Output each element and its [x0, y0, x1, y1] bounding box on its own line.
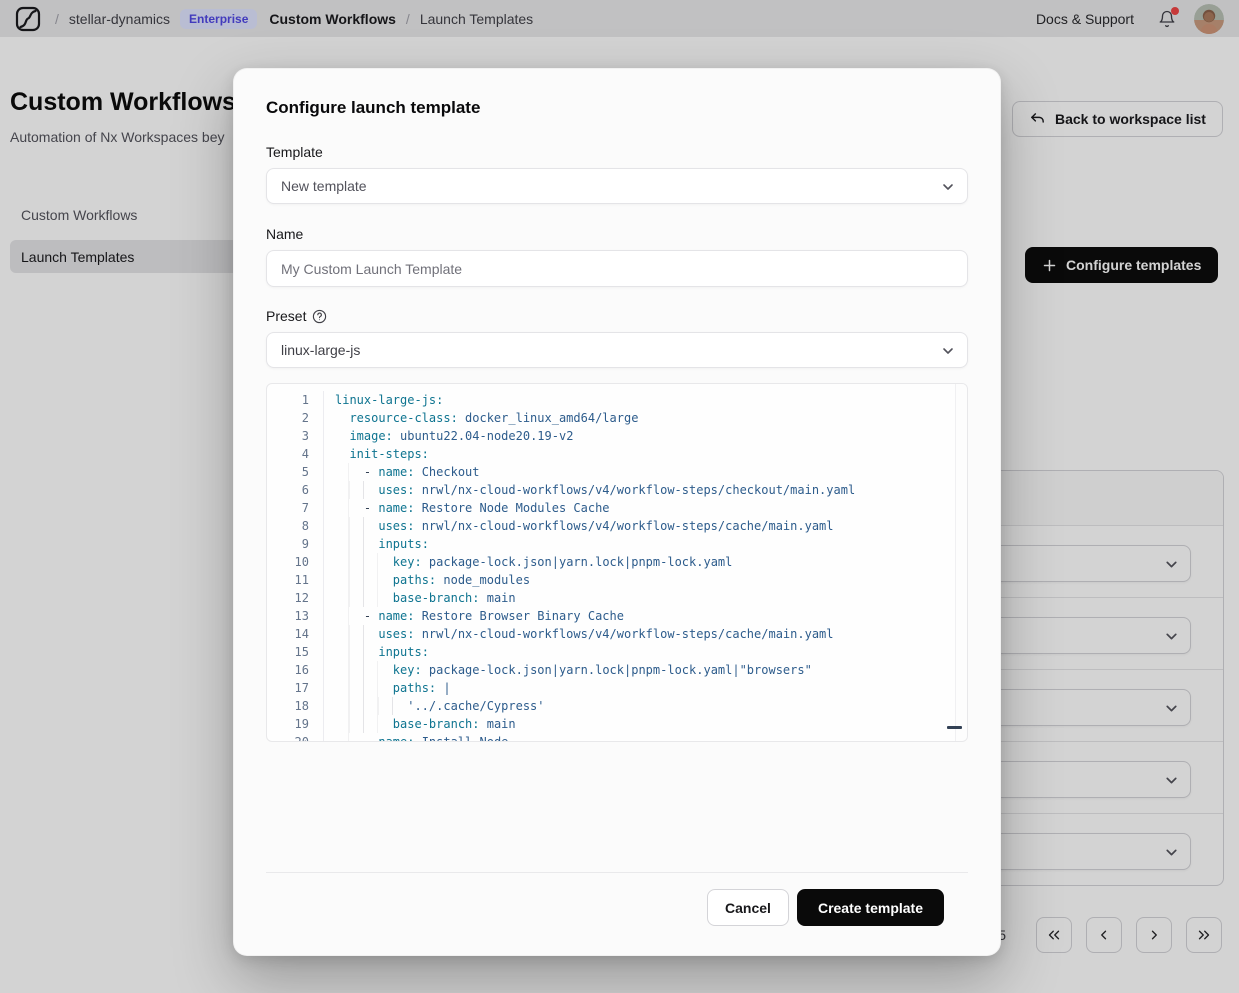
code-line: 19base-branch: main [267, 715, 967, 733]
create-template-button[interactable]: Create template [797, 889, 944, 926]
code-line: 20- name: Install Node [267, 733, 967, 742]
preset-field-label: Preset [266, 306, 968, 326]
preset-select-value: linux-large-js [281, 342, 360, 358]
line-number: 4 [267, 445, 309, 463]
template-field-label: Template [266, 142, 968, 162]
code-line: 2resource-class: docker_linux_amd64/larg… [267, 409, 967, 427]
code-line: 11paths: node_modules [267, 571, 967, 589]
name-field-label: Name [266, 224, 968, 244]
code-line: 7- name: Restore Node Modules Cache [267, 499, 967, 517]
line-number: 16 [267, 661, 309, 679]
cancel-button[interactable]: Cancel [707, 889, 789, 926]
line-number: 8 [267, 517, 309, 535]
template-select-value: New template [281, 178, 367, 194]
editor-scrollbar-thumb[interactable] [947, 726, 962, 729]
line-number: 12 [267, 589, 309, 607]
line-number: 19 [267, 715, 309, 733]
code-line: 8uses: nrwl/nx-cloud-workflows/v4/workfl… [267, 517, 967, 535]
line-number: 5 [267, 463, 309, 481]
modal-title: Configure launch template [266, 98, 968, 121]
line-number: 1 [267, 391, 309, 409]
code-line: 17paths: | [267, 679, 967, 697]
line-number: 3 [267, 427, 309, 445]
line-number: 6 [267, 481, 309, 499]
line-number: 7 [267, 499, 309, 517]
editor-scrollbar[interactable] [955, 384, 967, 741]
chevron-down-icon [940, 343, 956, 359]
code-line: 6uses: nrwl/nx-cloud-workflows/v4/workfl… [267, 481, 967, 499]
preset-select[interactable]: linux-large-js [266, 332, 968, 368]
code-line: 9inputs: [267, 535, 967, 553]
line-number: 20 [267, 733, 309, 742]
code-line: 12base-branch: main [267, 589, 967, 607]
line-number: 14 [267, 625, 309, 643]
preset-label-text: Preset [266, 308, 306, 324]
line-number: 9 [267, 535, 309, 553]
line-number: 10 [267, 553, 309, 571]
help-circle-icon[interactable] [312, 309, 327, 324]
code-line: 18'../.cache/Cypress' [267, 697, 967, 715]
line-number: 2 [267, 409, 309, 427]
code-line: 4init-steps: [267, 445, 967, 463]
yaml-code-editor[interactable]: 1linux-large-js:2resource-class: docker_… [266, 383, 968, 742]
name-input[interactable]: My Custom Launch Template [266, 250, 968, 287]
chevron-down-icon [940, 179, 956, 195]
line-number: 18 [267, 697, 309, 715]
line-number: 17 [267, 679, 309, 697]
configure-launch-template-modal: Configure launch template Template New t… [233, 68, 1001, 956]
code-line: 3image: ubuntu22.04-node20.19-v2 [267, 427, 967, 445]
code-line: 15inputs: [267, 643, 967, 661]
line-number: 13 [267, 607, 309, 625]
code-line: 5- name: Checkout [267, 463, 967, 481]
line-number: 15 [267, 643, 309, 661]
code-line: 14uses: nrwl/nx-cloud-workflows/v4/workf… [267, 625, 967, 643]
name-input-value: My Custom Launch Template [281, 261, 462, 277]
line-number: 11 [267, 571, 309, 589]
code-line: 10key: package-lock.json|yarn.lock|pnpm-… [267, 553, 967, 571]
code-line: 13- name: Restore Browser Binary Cache [267, 607, 967, 625]
template-select[interactable]: New template [266, 168, 968, 204]
code-line: 16key: package-lock.json|yarn.lock|pnpm-… [267, 661, 967, 679]
code-line: 1linux-large-js: [267, 391, 967, 409]
